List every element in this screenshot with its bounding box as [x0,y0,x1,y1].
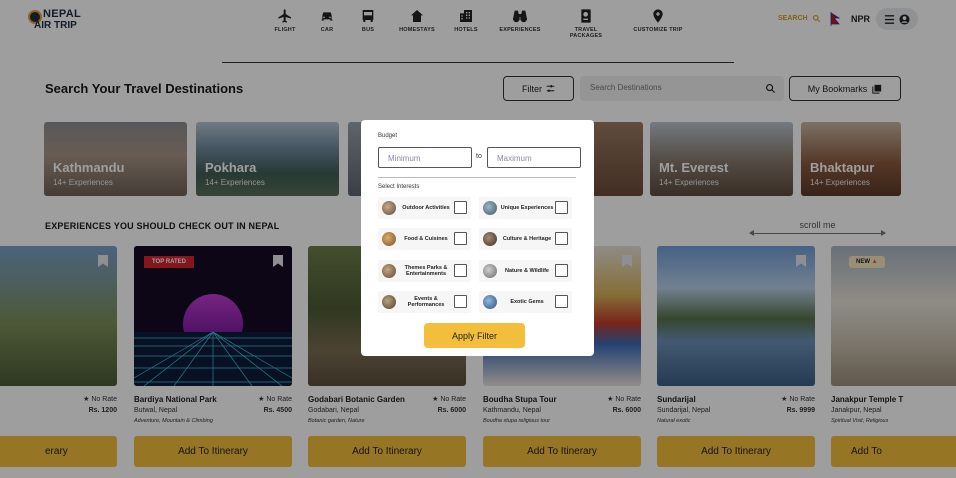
interest-label: Outdoor Activities [402,204,450,211]
interest-label: Nature & Wildlife [505,267,549,274]
food-icon [382,232,396,246]
interest-label: Food & Cuisines [404,235,448,242]
interest-checkbox[interactable] [555,201,568,214]
interest-label: Themes Parks & Entertainments [404,264,448,277]
budget-max-input[interactable]: Maximum [487,147,581,168]
interest-checkbox[interactable] [555,264,568,277]
interest-label: Unique Experiences [500,204,554,211]
wildlife-icon [483,264,497,278]
modal-divider [378,177,576,178]
interest-outdoor-activities[interactable]: Outdoor Activities [378,197,471,219]
interest-checkbox[interactable] [555,295,568,308]
theme-park-icon [382,264,396,278]
outdoor-icon [382,201,396,215]
interest-checkbox[interactable] [454,201,467,214]
gems-icon [483,295,497,309]
interest-nature-wildlife[interactable]: Nature & Wildlife [479,260,572,282]
interest-food-cuisines[interactable]: Food & Cuisines [378,228,471,250]
interest-checkbox[interactable] [454,232,467,245]
interest-culture-heritage[interactable]: Culture & Heritage [479,228,572,250]
budget-to-label: to [476,153,482,160]
interest-theme-parks[interactable]: Themes Parks & Entertainments [378,260,471,282]
interest-checkbox[interactable] [454,295,467,308]
culture-icon [483,232,497,246]
max-placeholder: Maximum [497,154,532,163]
interest-unique-experiences[interactable]: Unique Experiences [479,197,572,219]
unique-icon [483,201,497,215]
budget-label: Budget [378,133,398,139]
page: NEPAL AIR TRIP FLIGHT CAR BUS HOMESTAYS … [0,0,956,478]
interest-checkbox[interactable] [555,232,568,245]
events-icon [382,295,396,309]
interest-events-performances[interactable]: Events & Performances [378,291,471,313]
interest-exotic-gems[interactable]: Exotic Gems [479,291,572,313]
interests-label: Select Interests [378,184,420,190]
min-placeholder: Minimum [388,154,421,163]
interest-label: Events & Performances [407,295,445,308]
budget-min-input[interactable]: Minimum [378,147,472,168]
filter-modal: Budget Minimum to Maximum Select Interes… [361,120,594,356]
interest-checkbox[interactable] [454,264,467,277]
interest-label: Exotic Gems [510,298,544,305]
apply-filter-button[interactable]: Apply Filter [424,323,525,348]
interest-label: Culture & Heritage [502,235,552,242]
